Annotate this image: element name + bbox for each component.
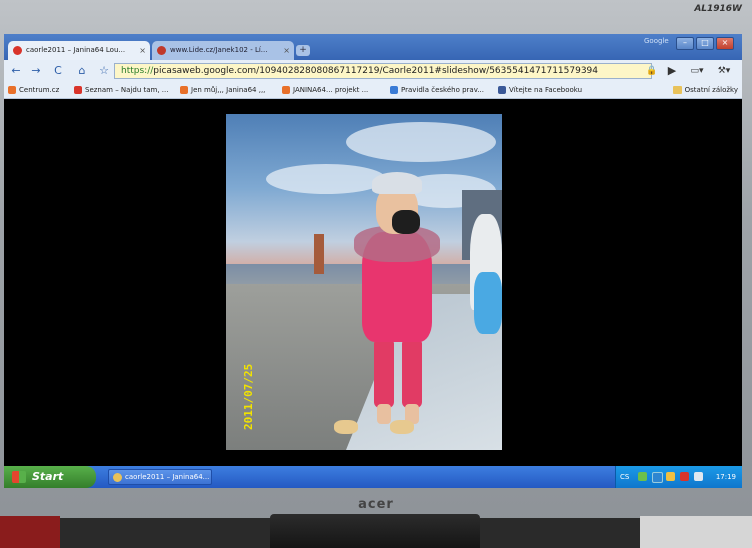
tab-strip: caorle2011 – Janina64 Lou... × www.Lide.… [4, 34, 742, 60]
desk-middle [60, 518, 270, 548]
plush-toy [392, 210, 420, 234]
other-bookmarks-folder[interactable]: Ostatní záložky [672, 82, 738, 98]
screen: caorle2011 – Janina64 Lou... × www.Lide.… [4, 34, 742, 488]
pravidla-favicon-icon [390, 86, 398, 94]
google-label: Google [644, 37, 669, 45]
bookmark-jen-muj[interactable]: Jen můj,,, Janina64 ,,, [180, 82, 265, 98]
slideshow-photo[interactable]: 2011/07/25 [226, 114, 502, 450]
language-indicator[interactable]: CS [620, 466, 629, 488]
clock: 17:19 [715, 473, 736, 481]
monitor-brand-logo: acer [358, 497, 394, 512]
bookmark-label: Seznam – Najdu tam, ... [85, 86, 169, 94]
taskbar-item-label: caorle2011 – Janina64... [125, 473, 210, 481]
bookmarks-bar: Centrum.cz Seznam – Najdu tam, ... Jen m… [4, 82, 742, 99]
facebook-favicon-icon [498, 86, 506, 94]
reload-icon[interactable]: C [50, 63, 66, 79]
network-icon[interactable] [638, 472, 647, 481]
start-button[interactable]: Start [4, 466, 96, 488]
tab-lide[interactable]: www.Lide.cz/Janek102 - Lí... × [152, 41, 294, 60]
lock-icon[interactable]: 🔒 [644, 63, 660, 79]
girl-leg-right [402, 338, 422, 408]
blogger-favicon-icon [180, 86, 188, 94]
antivirus-icon[interactable] [652, 472, 663, 483]
bookmark-facebook[interactable]: Vítejte na Facebooku [498, 82, 582, 98]
url-scheme: https:// [121, 66, 154, 76]
bookmark-label: JANINA64... projekt ... [293, 86, 369, 94]
bookmark-star-icon[interactable]: ☆ [96, 63, 112, 79]
bookmark-label: Centrum.cz [19, 86, 60, 94]
windows-flag-icon [12, 471, 26, 483]
play-icon[interactable]: ▶ [664, 63, 680, 79]
close-window-button[interactable]: × [716, 37, 734, 50]
folder-icon [672, 86, 682, 94]
address-bar[interactable]: https://picasaweb.google.com/10940282808… [114, 63, 652, 79]
monitor-stand [270, 514, 480, 548]
bookmark-label: Jen můj,,, Janina64 ,,, [191, 86, 266, 94]
wrench-menu-icon[interactable]: ⚒▾ [712, 63, 736, 79]
tab-close-icon[interactable]: × [283, 41, 290, 60]
person-right-shirt [474, 272, 502, 334]
tab-close-icon[interactable]: × [139, 41, 146, 60]
centrum-favicon-icon [8, 86, 16, 94]
lide-favicon-icon [157, 46, 166, 55]
alert-icon[interactable] [680, 472, 689, 481]
lifeguard-tower [314, 234, 324, 274]
browser-toolbar: ← → C ⌂ ☆ https://picasaweb.google.com/1… [4, 60, 742, 82]
desk-middle-right [480, 518, 640, 548]
windows-taskbar: Start caorle2011 – Janina64... CS 17:19 [4, 466, 742, 488]
desk-right [640, 516, 752, 548]
cloud [346, 122, 496, 162]
bookmark-seznam[interactable]: Seznam – Najdu tam, ... [74, 82, 168, 98]
tab-caorle2011[interactable]: caorle2011 – Janina64 Lou... × [8, 41, 150, 60]
volume-icon[interactable] [694, 472, 703, 481]
bookmark-janina64[interactable]: JANINA64... projekt ... [282, 82, 368, 98]
tab-label: www.Lide.cz/Janek102 - Lí... [170, 46, 268, 54]
security-icon[interactable] [666, 472, 675, 481]
page-menu-icon[interactable]: ▭▾ [686, 63, 708, 79]
start-label: Start [32, 470, 64, 483]
flip-flop-left [334, 420, 358, 434]
monitor-model-label: AL1916W [694, 4, 742, 14]
desk-left [0, 516, 60, 548]
seznam-favicon-icon [74, 86, 82, 94]
cloud [266, 164, 386, 194]
new-tab-button[interactable]: + [296, 45, 310, 56]
picasa-favicon-icon [13, 46, 22, 55]
girl-shin-left [377, 404, 391, 424]
minimize-button[interactable]: – [676, 37, 694, 50]
tab-label: caorle2011 – Janina64 Lou... [26, 46, 126, 54]
home-icon[interactable]: ⌂ [74, 63, 90, 79]
maximize-button[interactable]: □ [696, 37, 714, 50]
bookmark-label: Pravidla českého prav... [401, 86, 484, 94]
girl-hat [372, 172, 422, 194]
other-bookmarks-label: Ostatní záložky [684, 86, 738, 94]
bookmark-centrum[interactable]: Centrum.cz [8, 82, 59, 98]
flip-flop-right [390, 420, 414, 434]
forward-icon[interactable]: → [28, 63, 44, 79]
bookmark-pravidla[interactable]: Pravidla českého prav... [390, 82, 484, 98]
back-icon[interactable]: ← [8, 63, 24, 79]
chrome-icon [113, 473, 122, 482]
system-tray: CS 17:19 [615, 466, 742, 488]
blogger-favicon-icon [282, 86, 290, 94]
girl-leg-left [374, 338, 394, 408]
taskbar-item-browser[interactable]: caorle2011 – Janina64... [108, 469, 212, 485]
bookmark-label: Vítejte na Facebooku [509, 86, 583, 94]
url-text: picasaweb.google.com/1094028280808671172… [153, 66, 599, 76]
photo-date-stamp: 2011/07/25 [242, 363, 255, 430]
